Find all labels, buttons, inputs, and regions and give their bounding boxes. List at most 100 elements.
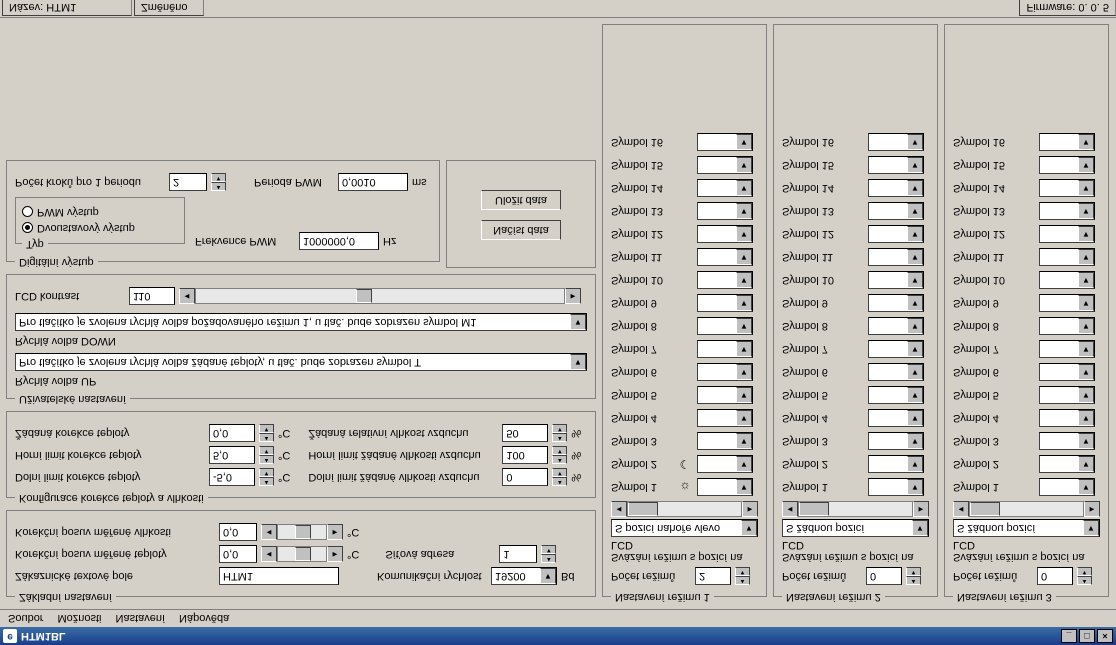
symbol-combo[interactable]: ▼ xyxy=(697,202,753,220)
set-hum-input[interactable] xyxy=(502,424,548,442)
symbol-combo[interactable]: ▼ xyxy=(868,248,924,266)
arrow-left-icon[interactable]: ◄ xyxy=(782,501,798,517)
radio-dvoustavovy[interactable] xyxy=(22,223,33,234)
symbol-combo[interactable]: ▼ xyxy=(868,478,924,496)
arrow-left-icon[interactable]: ◄ xyxy=(261,546,277,562)
symbol-combo[interactable]: ▼ xyxy=(1039,317,1095,335)
mode-count-stepper[interactable]: ▲▼ xyxy=(735,567,750,585)
mode-count-input[interactable] xyxy=(1037,567,1073,585)
symbol-combo[interactable]: ▼ xyxy=(868,386,924,404)
addr-input[interactable] xyxy=(499,545,537,563)
low-hum-stepper[interactable]: ▲▼ xyxy=(552,468,567,486)
menu-nastaveni[interactable]: Nastavení xyxy=(116,613,166,625)
symbol-combo[interactable]: ▼ xyxy=(1039,179,1095,197)
symbol-combo[interactable]: ▼ xyxy=(1039,271,1095,289)
mode-count-stepper[interactable]: ▲▼ xyxy=(1077,567,1092,585)
mode-count-stepper[interactable]: ▲▼ xyxy=(906,567,921,585)
down-combo[interactable]: Pro tlačítko je zvolena rychlá volba pož… xyxy=(15,313,587,331)
set-hum-stepper[interactable]: ▲▼ xyxy=(552,424,567,442)
symbol-combo[interactable]: ▼ xyxy=(1039,386,1095,404)
hi-hum-input[interactable] xyxy=(502,446,548,464)
corr-temp-shift-input[interactable] xyxy=(219,545,257,563)
arrow-right-icon[interactable]: ► xyxy=(327,524,343,540)
symbol-combo[interactable]: ▼ xyxy=(1039,409,1095,427)
low-temp-stepper[interactable]: ▲▼ xyxy=(259,468,274,486)
symbol-combo[interactable]: ▼ xyxy=(697,478,753,496)
symbol-combo[interactable]: ▼ xyxy=(868,133,924,151)
symbol-combo[interactable]: ▼ xyxy=(697,340,753,358)
hi-temp-stepper[interactable]: ▲▼ xyxy=(259,446,274,464)
symbol-combo[interactable]: ▼ xyxy=(697,156,753,174)
arrow-right-icon[interactable]: ► xyxy=(1084,501,1100,517)
mode-hscroll[interactable]: ◄► xyxy=(953,501,1100,517)
symbol-combo[interactable]: ▼ xyxy=(1039,432,1095,450)
minimize-button[interactable]: _ xyxy=(1061,629,1077,643)
corr-hum-shift-input[interactable] xyxy=(219,523,257,541)
menu-napoveda[interactable]: Nápověda xyxy=(179,613,229,625)
arrow-left-icon[interactable]: ◄ xyxy=(261,524,277,540)
menu-moznosti[interactable]: Možnosti xyxy=(57,613,101,625)
symbol-combo[interactable]: ▼ xyxy=(1039,133,1095,151)
symbol-combo[interactable]: ▼ xyxy=(868,179,924,197)
symbol-combo[interactable]: ▼ xyxy=(868,225,924,243)
arrow-right-icon[interactable]: ► xyxy=(913,501,929,517)
symbol-combo[interactable]: ▼ xyxy=(697,455,753,473)
hi-hum-stepper[interactable]: ▲▼ xyxy=(552,446,567,464)
mode-count-input[interactable] xyxy=(866,567,902,585)
corr-temp-shift-slider[interactable]: ◄ ► xyxy=(261,545,343,563)
symbol-combo[interactable]: ▼ xyxy=(697,317,753,335)
radio-pwm[interactable] xyxy=(22,207,33,218)
corr-hum-shift-slider[interactable]: ◄ ► xyxy=(261,523,343,541)
symbol-combo[interactable]: ▼ xyxy=(868,432,924,450)
addr-stepper[interactable]: ▲▼ xyxy=(541,545,556,563)
symbol-combo[interactable]: ▼ xyxy=(868,363,924,381)
symbol-combo[interactable]: ▼ xyxy=(697,133,753,151)
symbol-combo[interactable]: ▼ xyxy=(697,409,753,427)
set-temp-input[interactable] xyxy=(209,424,255,442)
arrow-left-icon[interactable]: ◄ xyxy=(179,288,195,304)
symbol-combo[interactable]: ▼ xyxy=(1039,202,1095,220)
symbol-combo[interactable]: ▼ xyxy=(868,271,924,289)
symbol-combo[interactable]: ▼ xyxy=(697,225,753,243)
mode-hscroll[interactable]: ◄► xyxy=(782,501,929,517)
symbol-combo[interactable]: ▼ xyxy=(1039,294,1095,312)
menu-soubor[interactable]: Soubor xyxy=(8,613,43,625)
symbol-combo[interactable]: ▼ xyxy=(868,340,924,358)
symbol-combo[interactable]: ▼ xyxy=(697,248,753,266)
lcd-slider[interactable]: ◄ ► xyxy=(179,287,581,305)
symbol-combo[interactable]: ▼ xyxy=(1039,363,1095,381)
symbol-combo[interactable]: ▼ xyxy=(868,202,924,220)
symbol-combo[interactable]: ▼ xyxy=(1039,478,1095,496)
maximize-button[interactable]: □ xyxy=(1079,629,1095,643)
symbol-combo[interactable]: ▼ xyxy=(868,294,924,312)
symbol-combo[interactable]: ▼ xyxy=(1039,248,1095,266)
symbol-combo[interactable]: ▼ xyxy=(1039,455,1095,473)
low-hum-input[interactable] xyxy=(502,468,548,486)
arrow-right-icon[interactable]: ► xyxy=(327,546,343,562)
mode-bind-combo[interactable]: S žádnou pozicí▼ xyxy=(953,519,1100,537)
symbol-combo[interactable]: ▼ xyxy=(697,294,753,312)
mode-hscroll[interactable]: ◄► xyxy=(611,501,758,517)
low-temp-input[interactable] xyxy=(209,468,255,486)
period-input[interactable] xyxy=(338,173,408,191)
arrow-left-icon[interactable]: ◄ xyxy=(611,501,627,517)
set-temp-stepper[interactable]: ▲▼ xyxy=(259,424,274,442)
mode-bind-combo[interactable]: S pozicí nahoře vlevo▼ xyxy=(611,519,758,537)
save-button[interactable]: Uložit data xyxy=(481,190,561,210)
symbol-combo[interactable]: ▼ xyxy=(697,363,753,381)
symbol-combo[interactable]: ▼ xyxy=(697,271,753,289)
symbol-combo[interactable]: ▼ xyxy=(1039,340,1095,358)
close-button[interactable]: × xyxy=(1097,629,1113,643)
symbol-combo[interactable]: ▼ xyxy=(697,179,753,197)
steps-input[interactable] xyxy=(169,173,207,191)
symbol-combo[interactable]: ▼ xyxy=(697,386,753,404)
freq-input[interactable] xyxy=(299,232,379,250)
cust-text-input[interactable] xyxy=(219,567,339,585)
arrow-right-icon[interactable]: ► xyxy=(565,288,581,304)
load-button[interactable]: Načíst data xyxy=(481,220,561,240)
steps-stepper[interactable]: ▲▼ xyxy=(211,173,226,191)
arrow-right-icon[interactable]: ► xyxy=(742,501,758,517)
symbol-combo[interactable]: ▼ xyxy=(868,317,924,335)
baud-combo[interactable]: 19200 ▼ xyxy=(491,567,557,585)
lcd-input[interactable] xyxy=(129,287,175,305)
